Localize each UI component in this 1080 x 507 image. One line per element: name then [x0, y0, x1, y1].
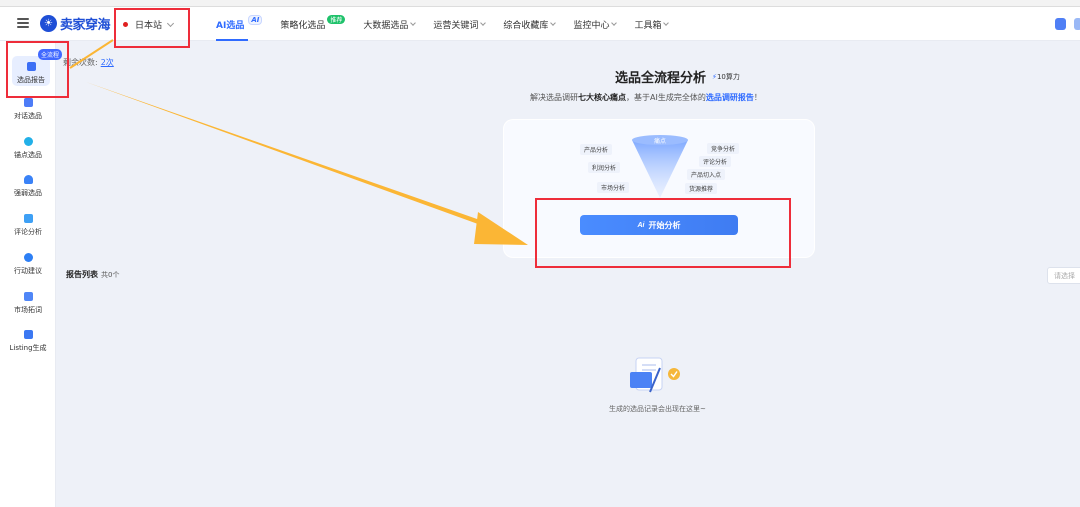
annotation-arrows — [69, 39, 528, 245]
